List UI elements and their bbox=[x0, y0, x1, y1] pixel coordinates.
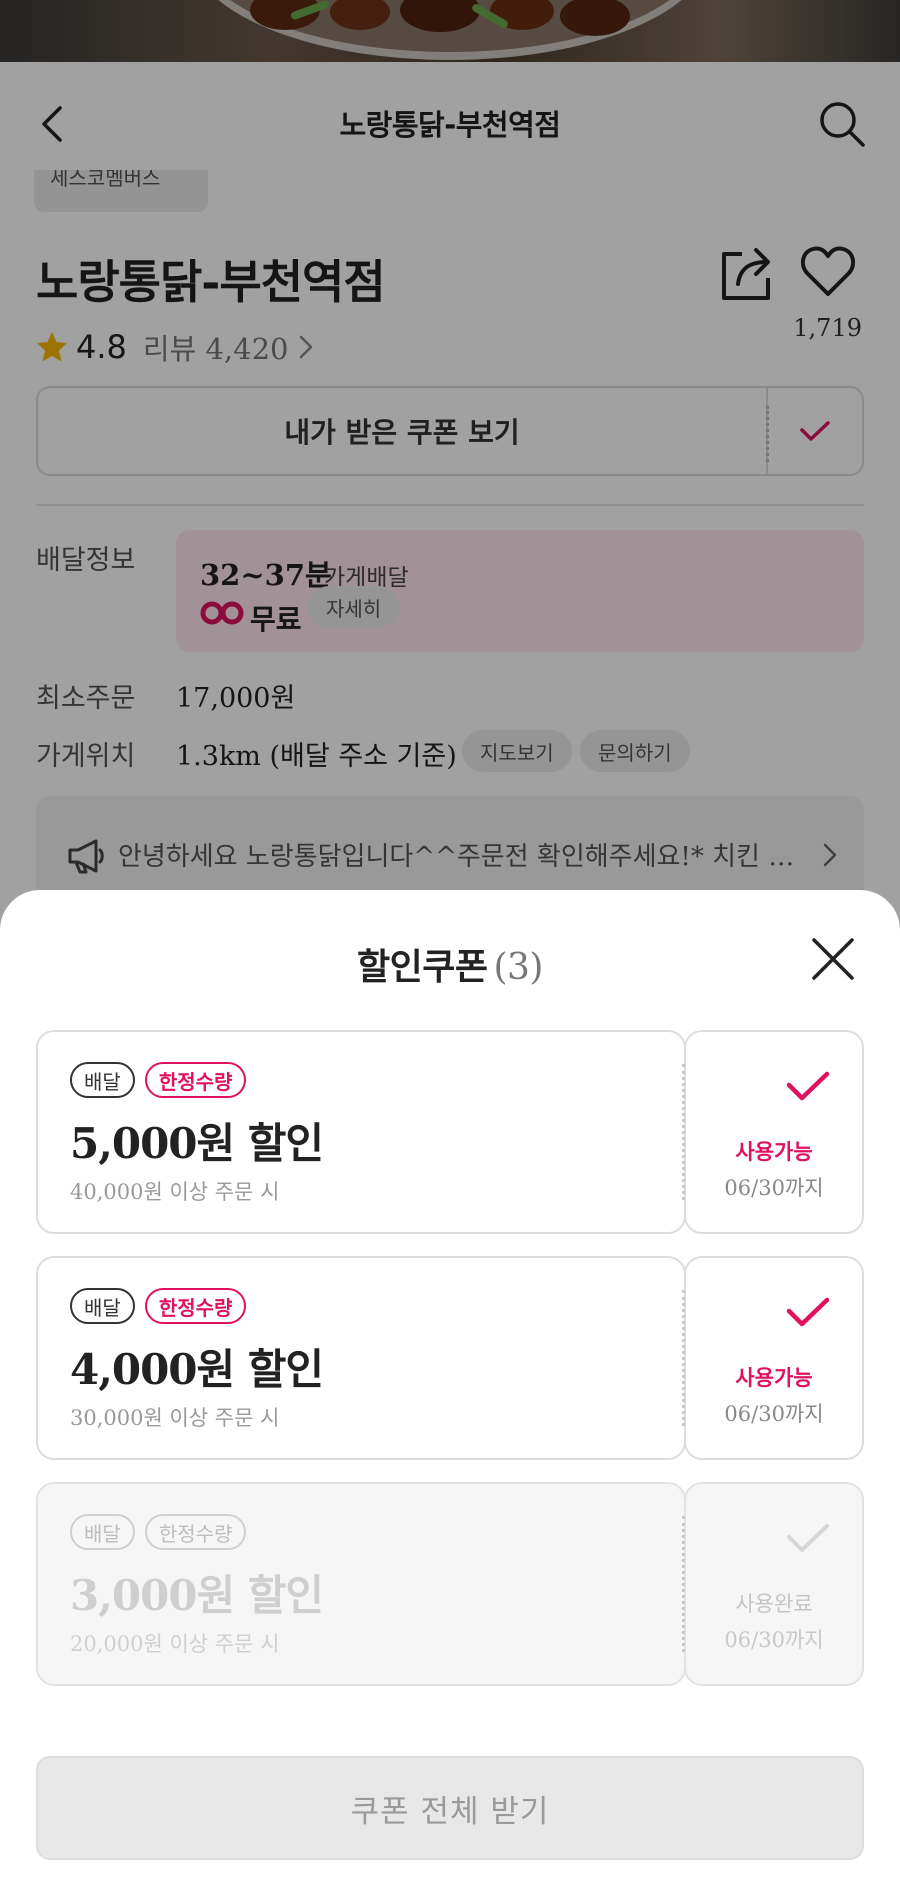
limited-badge: 한정수량 bbox=[144, 1062, 247, 1098]
check-icon bbox=[786, 1297, 830, 1327]
check-icon bbox=[786, 1071, 830, 1101]
coupon-expiry: 06/30까지 bbox=[724, 1176, 824, 1200]
coupon-status: 사용가능 bbox=[735, 1366, 813, 1390]
coupon-stub bbox=[684, 1482, 864, 1686]
sheet-title-text: 할인쿠폰 bbox=[357, 947, 488, 988]
coupon-card[interactable]: 배달 한정수량 4,000원 할인 30,000원 이상 주문 시 사용가능 0… bbox=[36, 1256, 864, 1460]
coupon-amount: 5,000원 할인 bbox=[70, 1119, 324, 1168]
coupon-card[interactable]: 배달 한정수량 5,000원 할인 40,000원 이상 주문 시 사용가능 0… bbox=[36, 1030, 864, 1234]
coupon-condition: 40,000원 이상 주문 시 bbox=[70, 1180, 280, 1204]
close-icon[interactable] bbox=[810, 936, 856, 982]
coupon-badges: 배달 한정수량 bbox=[70, 1288, 247, 1324]
coupon-condition: 20,000원 이상 주문 시 bbox=[70, 1632, 280, 1656]
coupon-card-used: 배달 한정수량 3,000원 할인 20,000원 이상 주문 시 사용완료 0… bbox=[36, 1482, 864, 1686]
coupon-expiry: 06/30까지 bbox=[724, 1402, 824, 1426]
limited-badge: 한정수량 bbox=[144, 1514, 247, 1550]
check-icon bbox=[787, 1524, 829, 1552]
coupon-stub[interactable] bbox=[684, 1256, 864, 1460]
get-all-coupons-button[interactable]: 쿠폰 전체 받기 bbox=[36, 1756, 864, 1860]
coupon-bottom-sheet: 할인쿠폰 (3) 배달 한정수량 5,000원 할인 40,000원 이상 주문 … bbox=[0, 890, 900, 1897]
coupon-status: 사용완료 bbox=[735, 1592, 813, 1616]
coupon-stub[interactable] bbox=[684, 1030, 864, 1234]
delivery-badge: 배달 bbox=[70, 1288, 135, 1324]
limited-badge: 한정수량 bbox=[144, 1288, 247, 1324]
coupon-badges: 배달 한정수량 bbox=[70, 1514, 247, 1550]
coupon-condition: 30,000원 이상 주문 시 bbox=[70, 1406, 280, 1430]
delivery-badge: 배달 bbox=[70, 1062, 135, 1098]
coupon-amount: 3,000원 할인 bbox=[70, 1571, 324, 1620]
delivery-badge: 배달 bbox=[70, 1514, 135, 1550]
sheet-title: 할인쿠폰 (3) bbox=[0, 938, 900, 990]
coupon-expiry: 06/30까지 bbox=[724, 1628, 824, 1652]
coupon-status: 사용가능 bbox=[735, 1140, 813, 1164]
coupon-amount: 4,000원 할인 bbox=[70, 1345, 324, 1394]
coupon-badges: 배달 한정수량 bbox=[70, 1062, 247, 1098]
coupon-count: (3) bbox=[493, 947, 543, 988]
